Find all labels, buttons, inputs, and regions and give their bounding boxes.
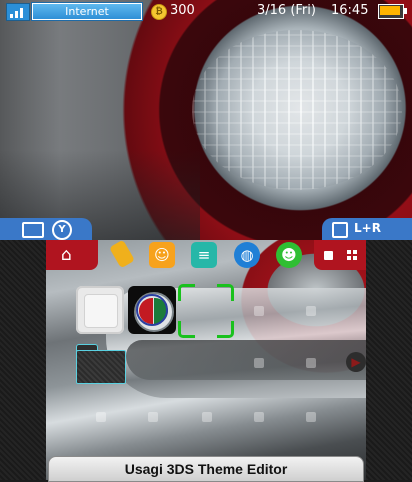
camera-icon [22, 222, 44, 238]
camera-icon [332, 222, 348, 238]
lr-button-hint: L+R [354, 221, 381, 235]
empty-slot[interactable] [306, 358, 316, 368]
smiley-icon[interactable]: ☺ [149, 242, 175, 268]
alfa-romeo-logo-icon [134, 292, 174, 332]
selection-cursor[interactable] [178, 284, 234, 338]
empty-slot[interactable] [148, 412, 158, 422]
play-coin-count: 300 [170, 3, 195, 18]
grid-view-icon[interactable] [347, 250, 357, 260]
home-settings-button[interactable]: ⌂ [46, 240, 98, 270]
alfa-romeo-app-icon[interactable] [128, 286, 176, 334]
app-title-bar: Usagi 3DS Theme Editor [48, 456, 364, 482]
time-display: 16:45 [331, 3, 369, 18]
home-settings-icon: ⌂ [61, 245, 72, 265]
empty-slot[interactable] [306, 306, 316, 316]
battery-icon [378, 4, 407, 19]
empty-slot[interactable] [96, 412, 106, 422]
network-status: Internet [32, 3, 142, 20]
headlight-lens [192, 30, 402, 190]
signal-strength-icon [6, 3, 30, 21]
home-menu-toolbar: ⌂ ☺ ≡ ◍ ☻ [46, 239, 366, 272]
camera-shortcut-tab[interactable] [0, 218, 92, 240]
empty-slot[interactable] [254, 412, 264, 422]
y-button-hint: Y [52, 220, 72, 240]
friends-icon[interactable]: ☻ [276, 242, 302, 268]
app-title: Usagi 3DS Theme Editor [124, 461, 288, 477]
empty-slot[interactable] [306, 412, 316, 422]
blank-app-icon[interactable] [76, 286, 124, 334]
pencil-icon[interactable] [109, 239, 135, 269]
folder-icon[interactable] [76, 344, 126, 384]
scroll-right-icon[interactable]: ▶ [346, 352, 366, 372]
left-border [0, 240, 46, 480]
single-view-icon[interactable] [324, 251, 333, 260]
chat-icon[interactable]: ≡ [191, 242, 217, 268]
empty-slot[interactable] [254, 306, 264, 316]
date-display: 3/16 (Fri) [257, 3, 316, 18]
globe-icon[interactable]: ◍ [234, 242, 260, 268]
status-bar: Internet ₿ 300 3/16 (Fri) 16:45 [0, 0, 412, 22]
right-border [366, 240, 412, 480]
view-toggle-buttons [314, 240, 366, 270]
empty-slot[interactable] [254, 358, 264, 368]
play-coin-icon: ₿ [151, 4, 167, 20]
empty-slot[interactable] [202, 412, 212, 422]
top-screen [0, 0, 412, 240]
